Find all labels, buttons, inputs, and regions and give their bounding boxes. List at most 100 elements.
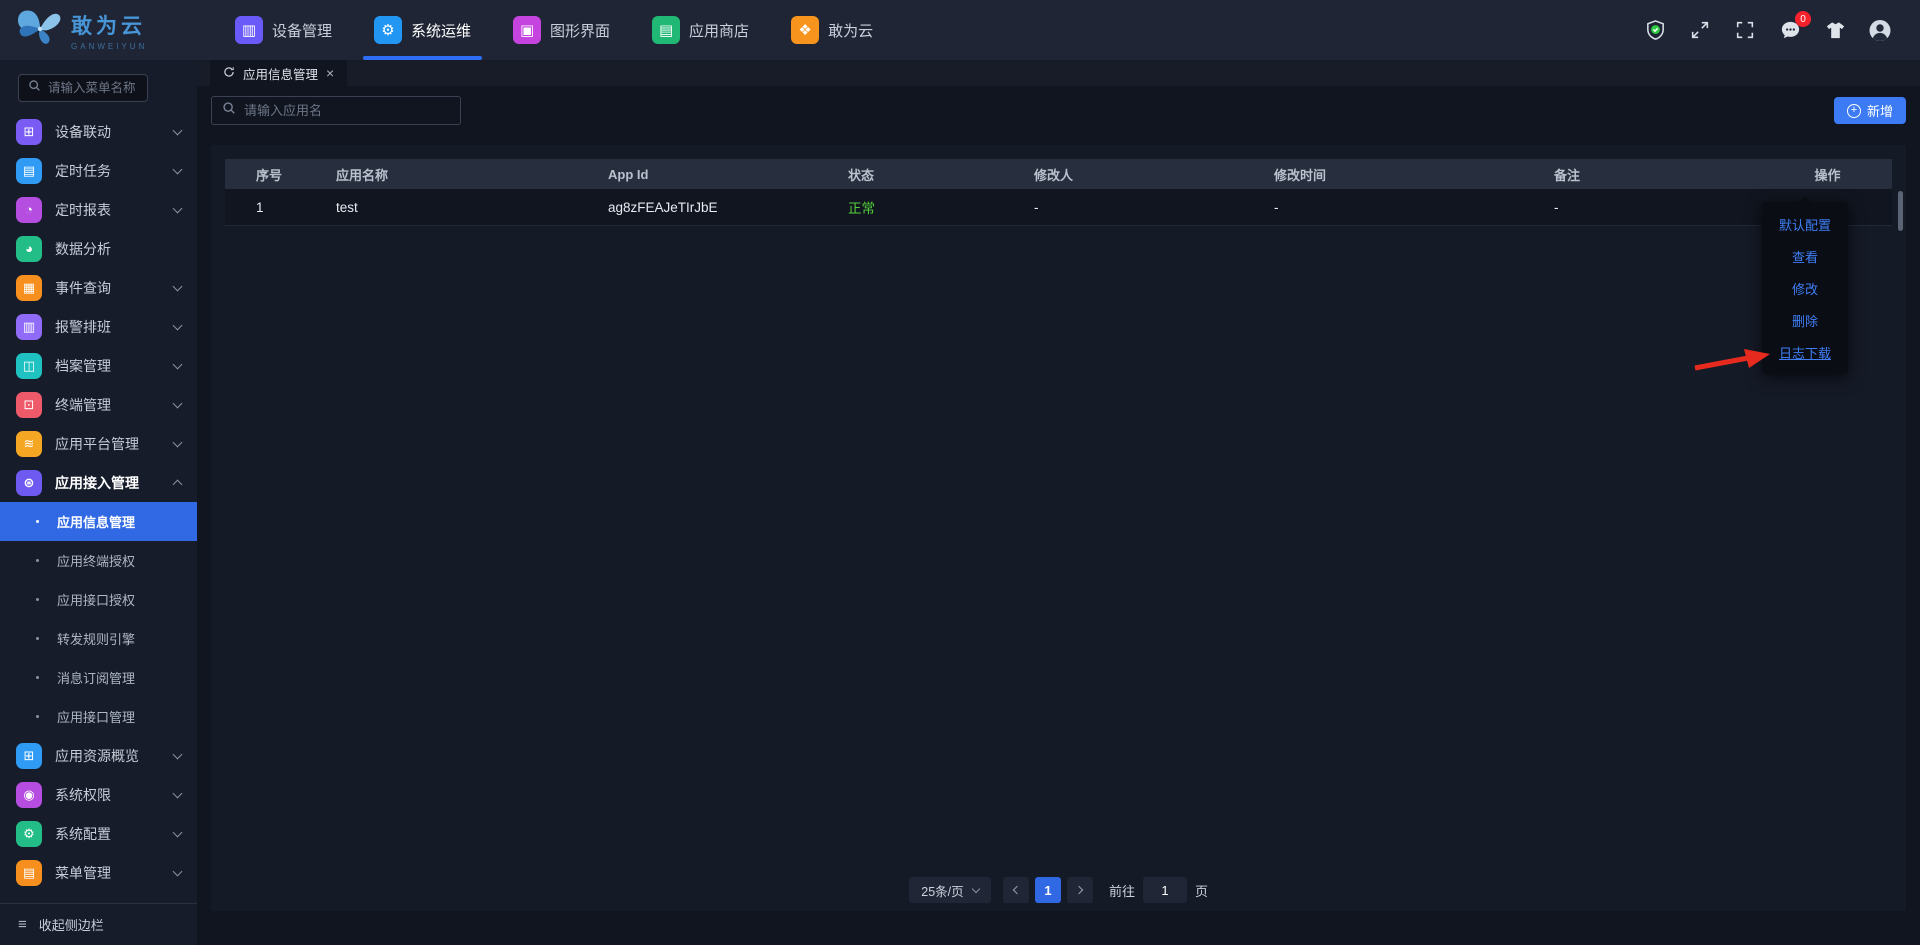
sidebar-item-app-resource-overview[interactable]: ⊞ 应用资源概览 — [0, 736, 197, 775]
app-root: 敢为云 GANWEIYUN ▥ 设备管理 ⚙ 系统运维 ▣ 图形界面 ▤ 应用商… — [0, 0, 1920, 945]
next-page-button[interactable] — [1066, 877, 1093, 903]
brand-name: 敢为云 — [71, 14, 146, 38]
graphic-ui-icon: ▣ — [513, 16, 542, 44]
security-shield-icon[interactable] — [1643, 18, 1667, 42]
sidebar-item-system-permissions[interactable]: ◉ 系统权限 — [0, 775, 197, 814]
sidebar-item-event-query[interactable]: ▦ 事件查询 — [0, 268, 197, 307]
fullscreen-expand-icon[interactable] — [1688, 18, 1712, 42]
app-name-search — [211, 96, 461, 125]
chevron-down-icon — [172, 164, 183, 174]
col-app-name: 应用名称 — [336, 167, 389, 183]
app-search-input[interactable] — [244, 103, 450, 118]
user-avatar[interactable] — [1868, 18, 1892, 42]
sidebar-item-system-config[interactable]: ⚙ 系统配置 — [0, 814, 197, 853]
sidebar-subitem-forward-rule-engine[interactable]: 转发规则引擎 — [0, 619, 197, 658]
data-analysis-icon: ◕ — [16, 235, 42, 262]
butterfly-logo-icon — [16, 7, 62, 54]
main-area: 应用信息管理 × + 新增 — [197, 60, 1920, 945]
scrollbar-thumb[interactable] — [1898, 191, 1903, 231]
fullscreen-frame-icon[interactable] — [1733, 18, 1757, 42]
message-badge: 0 — [1795, 11, 1811, 27]
messages-icon[interactable]: 0 — [1778, 11, 1811, 42]
menu-management-icon: ▤ — [16, 859, 42, 886]
chevron-down-icon — [172, 359, 183, 369]
sidebar-subitem-app-api-auth[interactable]: 应用接口授权 — [0, 580, 197, 619]
col-status: 状态 — [848, 167, 875, 183]
scheduled-reports-icon: ◔ — [16, 196, 42, 223]
sidebar-item-alarm-scheduling[interactable]: ▥ 报警排班 — [0, 307, 197, 346]
cell-remark: - — [1554, 199, 1559, 215]
sidebar-subitem-app-info-management[interactable]: 应用信息管理 — [0, 502, 197, 541]
ganwei-cloud-icon: ❖ — [791, 16, 820, 44]
tab-app-info-management[interactable]: 应用信息管理 × — [210, 60, 348, 86]
topnav-tab-app-store[interactable]: ▤ 应用商店 — [631, 0, 770, 60]
menu-item-log-download[interactable]: 日志下载 — [1762, 336, 1848, 368]
pagination: 25条/页 1 前往 页 — [225, 877, 1892, 903]
goto-page-input[interactable] — [1143, 877, 1187, 903]
sidebar-subitem-app-terminal-auth[interactable]: 应用终端授权 — [0, 541, 197, 580]
toolbar: + 新增 — [211, 96, 1906, 125]
menu-item-modify[interactable]: 修改 — [1762, 272, 1848, 304]
col-modified-time: 修改时间 — [1274, 167, 1327, 183]
close-icon[interactable]: × — [326, 65, 334, 81]
menu-item-default-config[interactable]: 默认配置 — [1762, 208, 1848, 240]
current-page-button[interactable]: 1 — [1034, 877, 1061, 903]
cell-index: 1 — [256, 199, 264, 215]
sidebar-item-data-analysis[interactable]: ◕ 数据分析 — [0, 229, 197, 268]
page-layout: ⊞ 设备联动 ▤ 定时任务 ◔ 定时报表 ◕ 数据分析 — [0, 60, 1920, 945]
topnav-tab-graphic-ui[interactable]: ▣ 图形界面 — [492, 0, 631, 60]
table-header: 序号 应用名称 App Id 状态 修改人 修改时间 备注 操作 — [225, 159, 1892, 189]
page-size-select[interactable]: 25条/页 — [908, 877, 991, 903]
archive-management-icon: ◫ — [16, 352, 42, 379]
device-management-icon: ▥ — [235, 16, 263, 44]
sidebar-item-archive-management[interactable]: ◫ 档案管理 — [0, 346, 197, 385]
refresh-icon[interactable] — [223, 66, 235, 81]
add-button[interactable]: + 新增 — [1833, 97, 1906, 124]
sidebar-subitem-message-subscription[interactable]: 消息订阅管理 — [0, 658, 197, 697]
search-icon — [222, 101, 236, 120]
chevron-down-icon — [172, 827, 183, 837]
chevron-down-icon — [172, 866, 183, 876]
sidebar-subitem-app-api-management[interactable]: 应用接口管理 — [0, 697, 197, 736]
terminal-management-icon: ⊡ — [16, 391, 42, 418]
chevron-down-icon — [172, 398, 183, 408]
row-actions-dropdown: 默认配置 查看 修改 删除 日志下载 — [1762, 195, 1848, 374]
topnav-tab-system-ops[interactable]: ⚙ 系统运维 — [353, 0, 492, 60]
menu-item-delete[interactable]: 删除 — [1762, 304, 1848, 336]
topnav-tab-ganwei-cloud[interactable]: ❖ 敢为云 — [770, 0, 894, 60]
theme-shirt-icon[interactable] — [1823, 18, 1847, 42]
page-unit-label: 页 — [1195, 883, 1209, 899]
bullet-icon — [36, 715, 39, 718]
sidebar-menu-search — [18, 74, 148, 102]
status-badge: 正常 — [848, 201, 875, 216]
brand-subtitle: GANWEIYUN — [71, 41, 148, 51]
goto-label: 前往 — [1108, 883, 1135, 899]
sidebar-item-menu-management[interactable]: ▤ 菜单管理 — [0, 853, 197, 892]
event-query-icon: ▦ — [16, 274, 42, 301]
sidebar-item-app-access-management[interactable]: ⊛ 应用接入管理 — [0, 463, 197, 502]
sidebar-item-terminal-management[interactable]: ⊡ 终端管理 — [0, 385, 197, 424]
chevron-down-icon — [172, 749, 183, 759]
sidebar-search-input[interactable] — [48, 81, 138, 95]
table-row[interactable]: 1 test ag8zFEAJeTIrJbE 正常 - - - — [225, 189, 1892, 226]
brand-logo[interactable]: 敢为云 GANWEIYUN — [0, 7, 200, 54]
sidebar-item-device-linkage[interactable]: ⊞ 设备联动 — [0, 112, 197, 151]
sidebar-item-scheduled-reports[interactable]: ◔ 定时报表 — [0, 190, 197, 229]
app-access-icon: ⊛ — [16, 469, 42, 496]
prev-page-button[interactable] — [1002, 877, 1029, 903]
sidebar-item-scheduled-tasks[interactable]: ▤ 定时任务 — [0, 151, 197, 190]
search-icon — [28, 79, 41, 97]
circle-plus-icon: + — [1846, 103, 1861, 118]
cell-app-id: ag8zFEAJeTIrJbE — [608, 199, 718, 215]
col-remark: 备注 — [1554, 167, 1581, 183]
table-panel: 序号 应用名称 App Id 状态 修改人 修改时间 备注 操作 1 test … — [211, 145, 1906, 911]
topnav-tab-device-management[interactable]: ▥ 设备管理 — [214, 0, 353, 60]
topbar-right-icons: 0 — [1643, 11, 1920, 42]
system-ops-icon: ⚙ — [374, 16, 403, 44]
chevron-down-icon — [172, 281, 183, 291]
chevron-down-icon — [172, 203, 183, 213]
bullet-icon — [36, 520, 39, 523]
sidebar-item-app-platform-management[interactable]: ≋ 应用平台管理 — [0, 424, 197, 463]
menu-item-view[interactable]: 查看 — [1762, 240, 1848, 272]
collapse-sidebar-button[interactable]: ≡ 收起侧边栏 — [0, 903, 197, 945]
